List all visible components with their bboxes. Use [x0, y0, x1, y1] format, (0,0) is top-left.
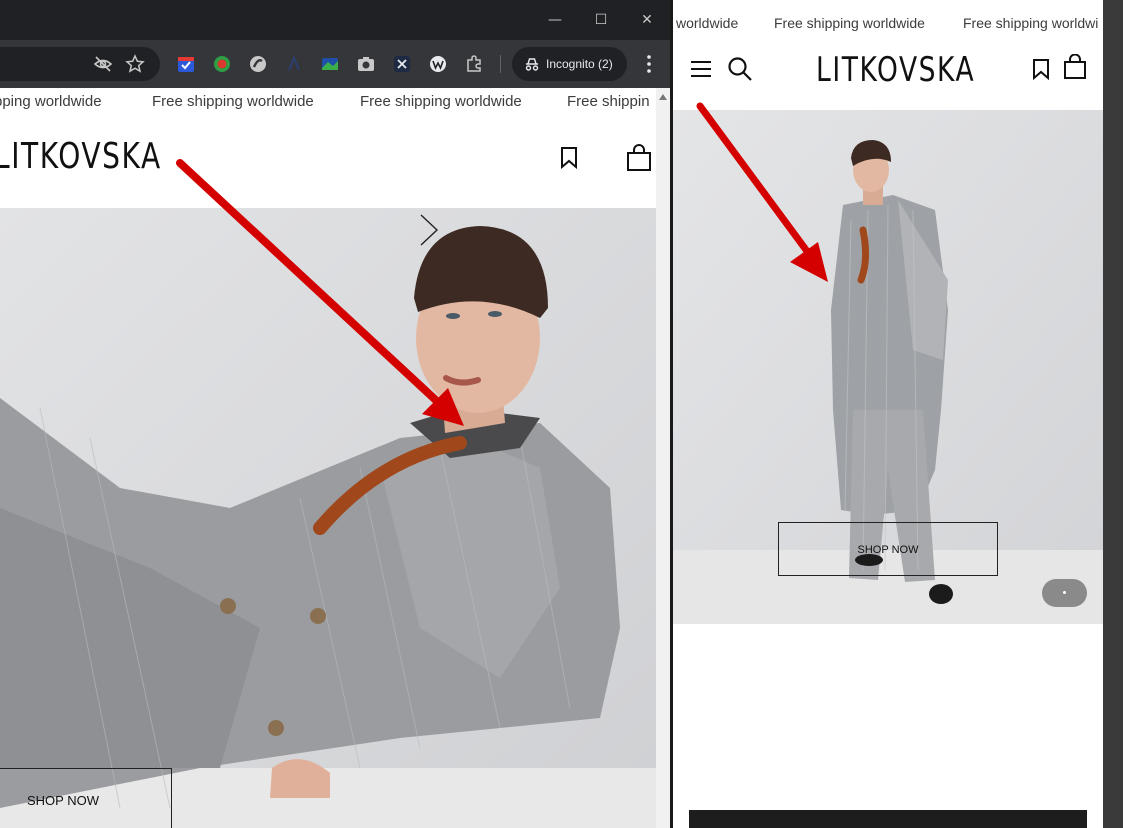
- task-extension-icon[interactable]: [176, 54, 196, 74]
- mobile-hero-banner-image[interactable]: SHOP NOW: [673, 110, 1103, 624]
- brand-logo[interactable]: LITKOVSKA: [0, 136, 162, 177]
- bookmark-star-icon[interactable]: [125, 54, 145, 74]
- carousel-pagination[interactable]: [1042, 579, 1087, 607]
- more-menu-icon[interactable]: [640, 53, 658, 75]
- next-section-image: [689, 810, 1087, 828]
- search-icon[interactable]: [727, 56, 753, 82]
- landscape-extension-icon[interactable]: [320, 54, 340, 74]
- camera-extension-icon[interactable]: [356, 54, 376, 74]
- announcement-text: Free shipping worldwide: [774, 15, 925, 31]
- mobile-preview-window: worldwide Free shipping worldwide Free s…: [673, 0, 1103, 828]
- shipping-announcement-bar: pping worldwide Free shipping worldwide …: [0, 88, 670, 116]
- address-bar[interactable]: [0, 47, 160, 81]
- desktop-background: [1103, 0, 1123, 828]
- announcement-text: worldwide: [676, 15, 739, 31]
- maximize-icon[interactable]: ☐: [591, 10, 611, 30]
- scroll-up-arrow-icon[interactable]: [659, 94, 667, 100]
- incognito-badge[interactable]: Incognito (2): [512, 47, 627, 81]
- model-photo-reclining: [0, 208, 656, 828]
- puzzle-extensions-icon[interactable]: [464, 54, 484, 74]
- pagination-dot: [1063, 591, 1066, 594]
- screenshot-root: — ☐ ✕ Incognito (2) pping worldwide Free…: [0, 0, 1123, 828]
- hero-banner-image[interactable]: SHOP NOW: [0, 208, 656, 828]
- announcement-text: Free shippin: [567, 93, 650, 110]
- mobile-site-header: LITKOVSKA: [673, 36, 1103, 108]
- shop-now-button[interactable]: SHOP NOW: [0, 768, 172, 828]
- minimize-icon[interactable]: —: [545, 10, 565, 30]
- green-circle-extension-icon[interactable]: [212, 54, 232, 74]
- shipping-announcement-bar: worldwide Free shipping worldwide Free s…: [673, 10, 1103, 36]
- shop-now-button[interactable]: SHOP NOW: [778, 522, 998, 576]
- eye-off-icon[interactable]: [93, 54, 113, 74]
- announcement-text: Free shipping worldwide: [360, 93, 522, 110]
- wishlist-bookmark-icon[interactable]: [1031, 58, 1051, 80]
- swirl-extension-icon[interactable]: [248, 54, 268, 74]
- brand-logo[interactable]: LITKOVSKA: [816, 50, 975, 90]
- x-extension-icon[interactable]: [392, 54, 412, 74]
- shopping-bag-icon[interactable]: [626, 144, 652, 172]
- w-extension-icon[interactable]: [428, 54, 448, 74]
- announcement-text: Free shipping worldwi: [963, 15, 1099, 31]
- close-icon[interactable]: ✕: [637, 10, 657, 30]
- shopping-bag-icon[interactable]: [1063, 54, 1087, 80]
- wishlist-bookmark-icon[interactable]: [558, 146, 580, 170]
- toolbar-separator: [500, 55, 501, 73]
- announcement-text: pping worldwide: [0, 93, 102, 110]
- site-header: LITKOVSKA: [0, 116, 670, 208]
- browser-toolbar: Incognito (2): [0, 40, 670, 88]
- desktop-browser-window: — ☐ ✕ Incognito (2) pping worldwide Free…: [0, 0, 670, 828]
- incognito-icon: [525, 58, 539, 71]
- hamburger-menu-icon[interactable]: [690, 60, 712, 78]
- incognito-label: Incognito (2): [546, 57, 613, 71]
- carousel-next-chevron-icon[interactable]: [418, 213, 440, 247]
- dark-extension-icon[interactable]: [284, 54, 304, 74]
- page-scrollbar[interactable]: [656, 88, 670, 828]
- window-titlebar: — ☐ ✕: [0, 0, 670, 40]
- announcement-text: Free shipping worldwide: [152, 93, 314, 110]
